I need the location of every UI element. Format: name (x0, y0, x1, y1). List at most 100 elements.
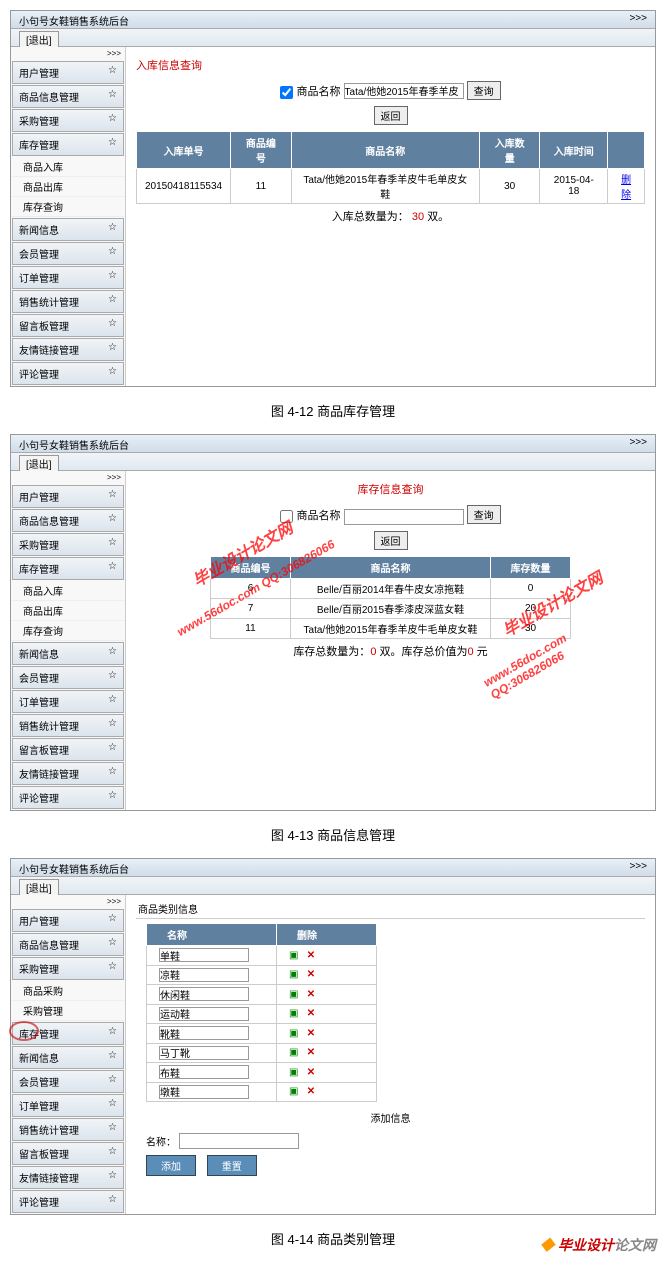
stock-table: 商品编号 商品名称 库存数量 6Belle/百丽2014年春牛皮女凉拖鞋0 7B… (210, 556, 571, 639)
category-name-input[interactable] (159, 1007, 249, 1021)
menu-comment[interactable]: 评论管理☆ (12, 786, 124, 809)
th-product-id: 商品编号 (211, 556, 291, 578)
logout-button[interactable]: [退出] (19, 455, 59, 472)
menu-member[interactable]: 会员管理☆ (12, 1070, 124, 1093)
delete-icon[interactable]: ✕ (307, 1028, 315, 1039)
menu-member[interactable]: 会员管理☆ (12, 242, 124, 265)
menu-sales-stat[interactable]: 销售统计管理☆ (12, 1118, 124, 1141)
menu-product-info[interactable]: 商品信息管理☆ (12, 509, 124, 532)
delete-icon[interactable]: ✕ (307, 1067, 315, 1078)
window-header: 小句号女鞋销售系统后台 >>> (11, 859, 655, 877)
submenu-inv-query[interactable]: 库存查询 (11, 621, 125, 641)
search-input[interactable] (344, 509, 464, 525)
edit-icon[interactable]: ▣ (289, 989, 298, 1000)
figure-caption-12: 图 4-12 商品库存管理 (10, 395, 656, 434)
category-name-input[interactable] (159, 1085, 249, 1099)
category-row: ▣ ✕ (147, 946, 377, 966)
category-name-input[interactable] (159, 1046, 249, 1060)
menu-news[interactable]: 新闻信息☆ (12, 642, 124, 665)
th-action (608, 132, 645, 169)
edit-icon[interactable]: ▣ (289, 1067, 298, 1078)
delete-icon[interactable]: ✕ (307, 1047, 315, 1058)
add-button[interactable]: 添加 (146, 1155, 196, 1176)
triple-arrow: >>> (11, 47, 125, 60)
menu-user-mgmt[interactable]: 用户管理☆ (12, 909, 124, 932)
edit-icon[interactable]: ▣ (289, 969, 298, 980)
menu-friendlink[interactable]: 友情链接管理☆ (12, 338, 124, 361)
search-row: 商品名称 查询 (136, 505, 645, 525)
search-input[interactable] (344, 83, 464, 99)
edit-icon[interactable]: ▣ (289, 950, 298, 961)
menu-sales-stat[interactable]: 销售统计管理☆ (12, 714, 124, 737)
new-category-input[interactable] (179, 1133, 299, 1149)
category-name-input[interactable] (159, 1026, 249, 1040)
th-product-name: 商品名称 (291, 556, 491, 578)
menu-message[interactable]: 留言板管理☆ (12, 1142, 124, 1165)
submenu-inv-query[interactable]: 库存查询 (11, 197, 125, 217)
menu-friendlink[interactable]: 友情链接管理☆ (12, 762, 124, 785)
triple-arrow: >>> (629, 437, 647, 450)
delete-icon[interactable]: ✕ (307, 1086, 315, 1097)
submenu-inv-out[interactable]: 商品出库 (11, 177, 125, 197)
search-button[interactable]: 查询 (467, 81, 501, 100)
screenshot-4-14: 小句号女鞋销售系统后台 >>> [退出] >>> 用户管理☆ 商品信息管理☆ 采… (10, 858, 656, 1215)
delete-icon[interactable]: ✕ (307, 989, 315, 1000)
product-name-checkbox[interactable] (280, 510, 293, 523)
menu-message[interactable]: 留言板管理☆ (12, 738, 124, 761)
product-name-checkbox[interactable] (280, 86, 293, 99)
menu-order[interactable]: 订单管理☆ (12, 1094, 124, 1117)
menu-purchase[interactable]: 采购管理☆ (12, 533, 124, 556)
sidebar: >>> 用户管理☆ 商品信息管理☆ 采购管理☆ 库存管理☆ 商品入库 商品出库 … (11, 47, 126, 386)
stock-summary: 库存总数量为：0 双。库存总价值为0 元 (136, 643, 645, 659)
edit-icon[interactable]: ▣ (289, 1047, 298, 1058)
checkbox-label: 商品名称 (296, 510, 340, 522)
category-name-input[interactable] (159, 987, 249, 1001)
menu-message[interactable]: 留言板管理☆ (12, 314, 124, 337)
delete-icon[interactable]: ✕ (307, 969, 315, 980)
submenu-inv-in[interactable]: 商品入库 (11, 581, 125, 601)
menu-purchase[interactable]: 采购管理☆ (12, 957, 124, 980)
menu-news[interactable]: 新闻信息☆ (12, 218, 124, 241)
th-stock-qty: 库存数量 (491, 556, 571, 578)
back-button[interactable]: 返回 (374, 106, 408, 125)
edit-icon[interactable]: ▣ (289, 1086, 298, 1097)
submenu-inv-in[interactable]: 商品入库 (11, 157, 125, 177)
triple-arrow: >>> (629, 861, 647, 874)
window-header: 小句号女鞋销售系统后台 >>> (11, 435, 655, 453)
menu-comment[interactable]: 评论管理☆ (12, 362, 124, 385)
menu-purchase[interactable]: 采购管理☆ (12, 109, 124, 132)
category-name-input[interactable] (159, 968, 249, 982)
table-row: 6Belle/百丽2014年春牛皮女凉拖鞋0 (211, 578, 571, 598)
submenu-inv-out[interactable]: 商品出库 (11, 601, 125, 621)
menu-inventory[interactable]: 库存管理☆ (12, 133, 124, 156)
logout-button[interactable]: [退出] (19, 31, 59, 48)
menu-user-mgmt[interactable]: 用户管理☆ (12, 61, 124, 84)
menu-order[interactable]: 订单管理☆ (12, 690, 124, 713)
delete-icon[interactable]: ✕ (307, 950, 315, 961)
menu-comment[interactable]: 评论管理☆ (12, 1190, 124, 1213)
menu-member[interactable]: 会员管理☆ (12, 666, 124, 689)
reset-button[interactable]: 重置 (207, 1155, 257, 1176)
search-button[interactable]: 查询 (467, 505, 501, 524)
menu-order[interactable]: 订单管理☆ (12, 266, 124, 289)
menu-product-info[interactable]: 商品信息管理☆ (12, 85, 124, 108)
menu-friendlink[interactable]: 友情链接管理☆ (12, 1166, 124, 1189)
submenu-purchase-mgmt[interactable]: 采购管理 (11, 1001, 125, 1021)
edit-icon[interactable]: ▣ (289, 1028, 298, 1039)
menu-sales-stat[interactable]: 销售统计管理☆ (12, 290, 124, 313)
back-button[interactable]: 返回 (374, 531, 408, 550)
menu-inventory[interactable]: 库存管理☆ (12, 1022, 124, 1045)
edit-icon[interactable]: ▣ (289, 1008, 298, 1019)
menu-user-mgmt[interactable]: 用户管理☆ (12, 485, 124, 508)
menu-inventory[interactable]: 库存管理☆ (12, 557, 124, 580)
delete-link[interactable]: 删除 (621, 175, 631, 201)
submenu-purchase-plan[interactable]: 商品采购 (11, 981, 125, 1001)
logout-button[interactable]: [退出] (19, 879, 59, 896)
delete-icon[interactable]: ✕ (307, 1008, 315, 1019)
menu-product-info[interactable]: 商品信息管理☆ (12, 933, 124, 956)
menu-news[interactable]: 新闻信息☆ (12, 1046, 124, 1069)
th-product-name: 商品名称 (291, 132, 479, 169)
window-header: 小句号女鞋销售系统后台 >>> (11, 11, 655, 29)
category-name-input[interactable] (159, 1065, 249, 1079)
category-name-input[interactable] (159, 948, 249, 962)
